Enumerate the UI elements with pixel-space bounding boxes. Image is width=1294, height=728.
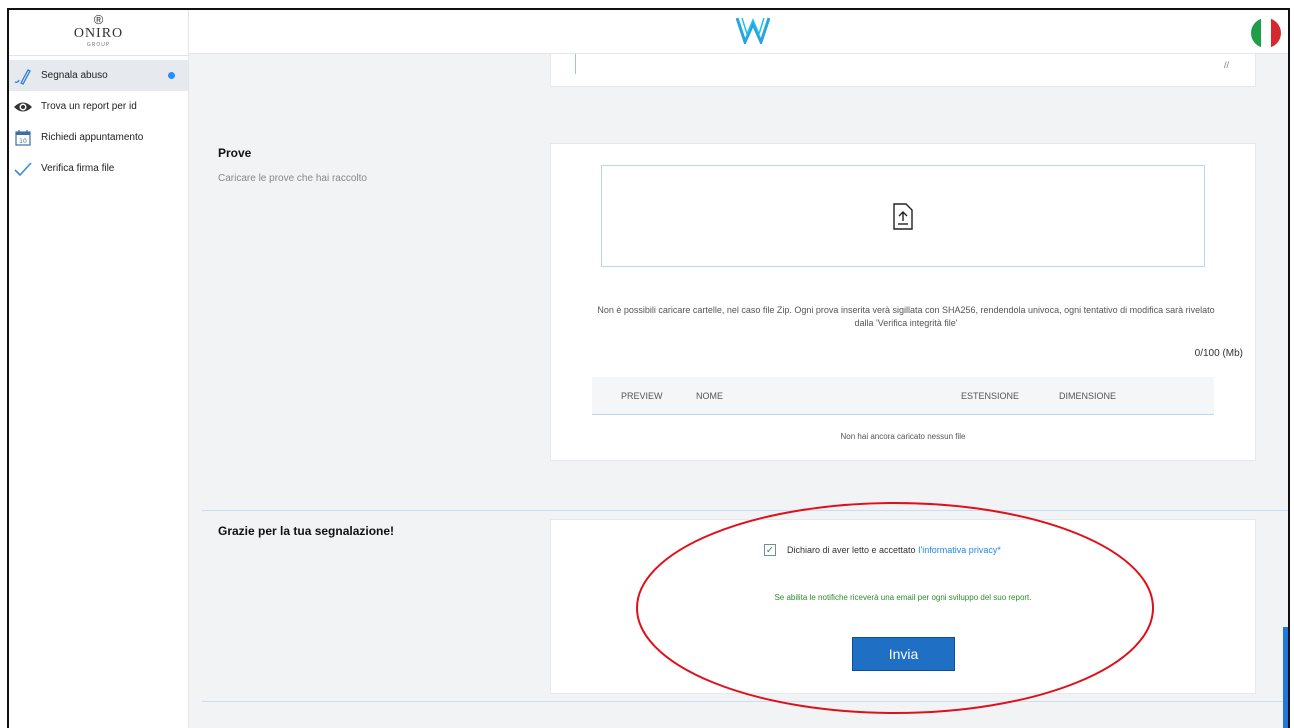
signature-icon	[13, 66, 33, 86]
privacy-checkbox[interactable]: ✓	[764, 544, 776, 556]
description-card: //	[550, 54, 1256, 87]
textarea-field[interactable]	[575, 54, 1225, 74]
sidebar-item-trova-report[interactable]: Trova un report per id	[9, 91, 188, 122]
prove-title: Prove	[218, 146, 252, 160]
thanks-title: Grazie per la tua segnalazione!	[218, 524, 395, 538]
resize-handle-icon[interactable]: //	[1224, 60, 1229, 70]
files-empty-message: Non hai ancora caricato nessun file	[840, 432, 966, 441]
send-button[interactable]: Invia	[852, 637, 955, 671]
column-nome: NOME	[696, 391, 723, 401]
sidebar-item-label: Segnala abuso	[41, 70, 108, 81]
top-bar	[189, 10, 1288, 54]
submit-card: ✓ Dichiaro di aver letto e accettato l'i…	[550, 519, 1256, 694]
section-divider	[202, 510, 1288, 511]
column-preview: PREVIEW	[621, 391, 663, 401]
sidebar-item-label: Verifica firma file	[41, 163, 115, 174]
sidebar-item-label: Trova un report per id	[41, 101, 137, 112]
prove-description: Caricare le prove che hai raccolto	[218, 173, 367, 184]
sidebar-item-verifica-firma[interactable]: Verifica firma file	[9, 153, 188, 184]
brand-name: ONIRO	[73, 26, 124, 41]
column-dimensione: DIMENSIONE	[1059, 391, 1117, 401]
upload-card: Non è possibili caricare cartelle, nel c…	[550, 143, 1256, 461]
upload-note: Non è possibili caricare cartelle, nel c…	[597, 305, 1215, 328]
files-table-header: PREVIEW NOME ESTENSIONE DIMENSIONE	[592, 377, 1214, 415]
file-dropzone[interactable]	[601, 165, 1205, 267]
notification-notice: Se abilita le notifiche riceverà una ema…	[774, 593, 1032, 602]
brand-sub: GROUP	[86, 42, 111, 48]
privacy-consent: ✓ Dichiaro di aver letto e accettato l'i…	[764, 544, 1001, 556]
column-estensione: ESTENSIONE	[961, 391, 1020, 401]
eye-icon	[13, 97, 33, 117]
italian-flag-icon[interactable]	[1251, 18, 1281, 48]
app-logo[interactable]	[735, 16, 771, 49]
consent-text: Dichiaro di aver letto e accettato	[787, 545, 916, 555]
sidebar-item-richiedi-appuntamento[interactable]: 10 Richiedi appuntamento	[9, 122, 188, 153]
section-divider	[202, 701, 1288, 702]
sidebar-item-segnala-abuso[interactable]: Segnala abuso	[9, 60, 188, 91]
sidebar: ® ONIRO GROUP Segnala abuso Trova un rep…	[9, 10, 189, 728]
scrollbar-thumb[interactable]	[1283, 627, 1288, 728]
w-logo-icon	[735, 17, 771, 47]
registered-mark: ®	[93, 12, 104, 27]
svg-text:10: 10	[19, 138, 27, 145]
checkmark-icon	[13, 159, 33, 179]
calendar-icon: 10	[13, 128, 33, 148]
app-window: ® ONIRO GROUP Segnala abuso Trova un rep…	[7, 8, 1290, 728]
upload-icon	[893, 202, 913, 230]
sidebar-item-label: Richiedi appuntamento	[41, 132, 144, 143]
upload-quota: 0/100 (Mb)	[1194, 348, 1243, 359]
privacy-link[interactable]: l'informativa privacy*	[919, 545, 1001, 555]
brand-logo[interactable]: ® ONIRO GROUP	[9, 10, 188, 56]
active-indicator-dot	[168, 72, 175, 79]
